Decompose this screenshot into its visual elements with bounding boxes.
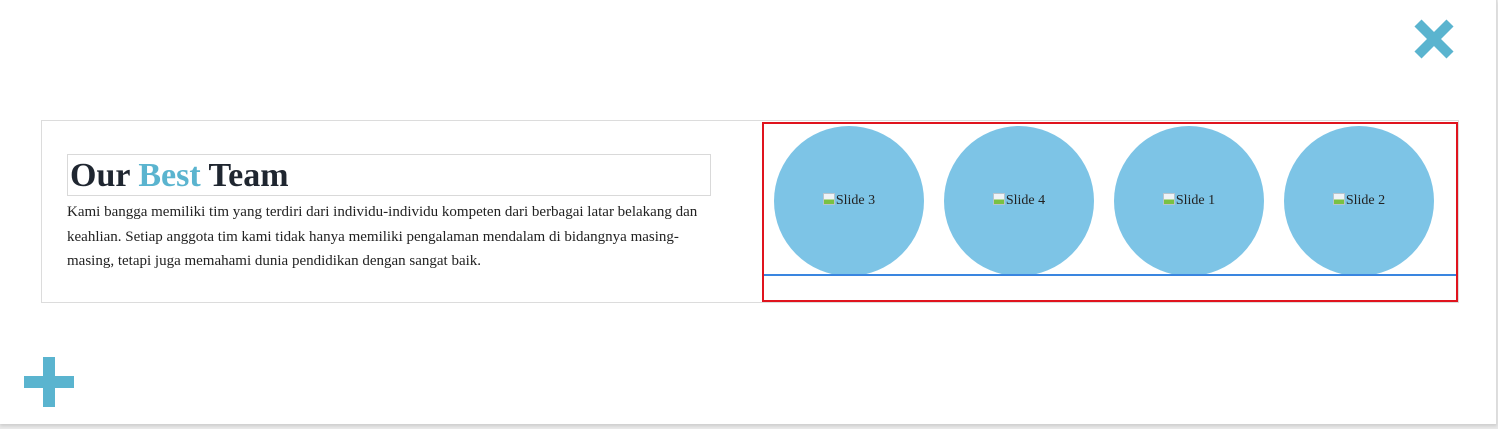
broken-image-icon (822, 193, 835, 205)
heading-box[interactable]: Our Best Team (67, 154, 711, 196)
slide-alt-text: Slide 4 (1005, 193, 1046, 208)
broken-image-icon (1332, 193, 1345, 205)
slide-alt-text: Slide 2 (1345, 193, 1386, 208)
broken-image-icon (992, 193, 1005, 205)
close-icon[interactable] (1410, 15, 1458, 63)
heading-part2: Team (200, 157, 289, 194)
slide-image: Slide 2 (1284, 192, 1434, 210)
team-description: Kami bangga memiliki tim yang terdiri da… (67, 204, 698, 269)
team-slider[interactable]: Slide 3 Slide 4 Slide 1 Slide 2 (762, 122, 1458, 302)
editor-canvas: Our Best Team Kami bangga memiliki tim y… (0, 0, 1497, 424)
slide-item[interactable]: Slide 3 (774, 126, 924, 274)
slide-image: Slide 3 (774, 192, 924, 210)
slide-image: Slide 4 (944, 192, 1094, 210)
plus-icon[interactable] (24, 357, 74, 407)
slide-alt-text: Slide 3 (835, 193, 876, 208)
page-title: Our Best Team (70, 157, 289, 195)
heading-part1: Our (70, 157, 139, 194)
slide-item[interactable]: Slide 1 (1114, 126, 1264, 274)
heading-accent: Best (138, 157, 201, 194)
team-text-column: Our Best Team Kami bangga memiliki tim y… (67, 154, 715, 274)
slider-track: Slide 3 Slide 4 Slide 1 Slide 2 (764, 124, 1456, 276)
slide-item[interactable]: Slide 2 (1284, 126, 1434, 274)
slide-item[interactable]: Slide 4 (944, 126, 1094, 274)
slide-image: Slide 1 (1114, 192, 1264, 210)
broken-image-icon (1162, 193, 1175, 205)
slide-alt-text: Slide 1 (1175, 193, 1216, 208)
